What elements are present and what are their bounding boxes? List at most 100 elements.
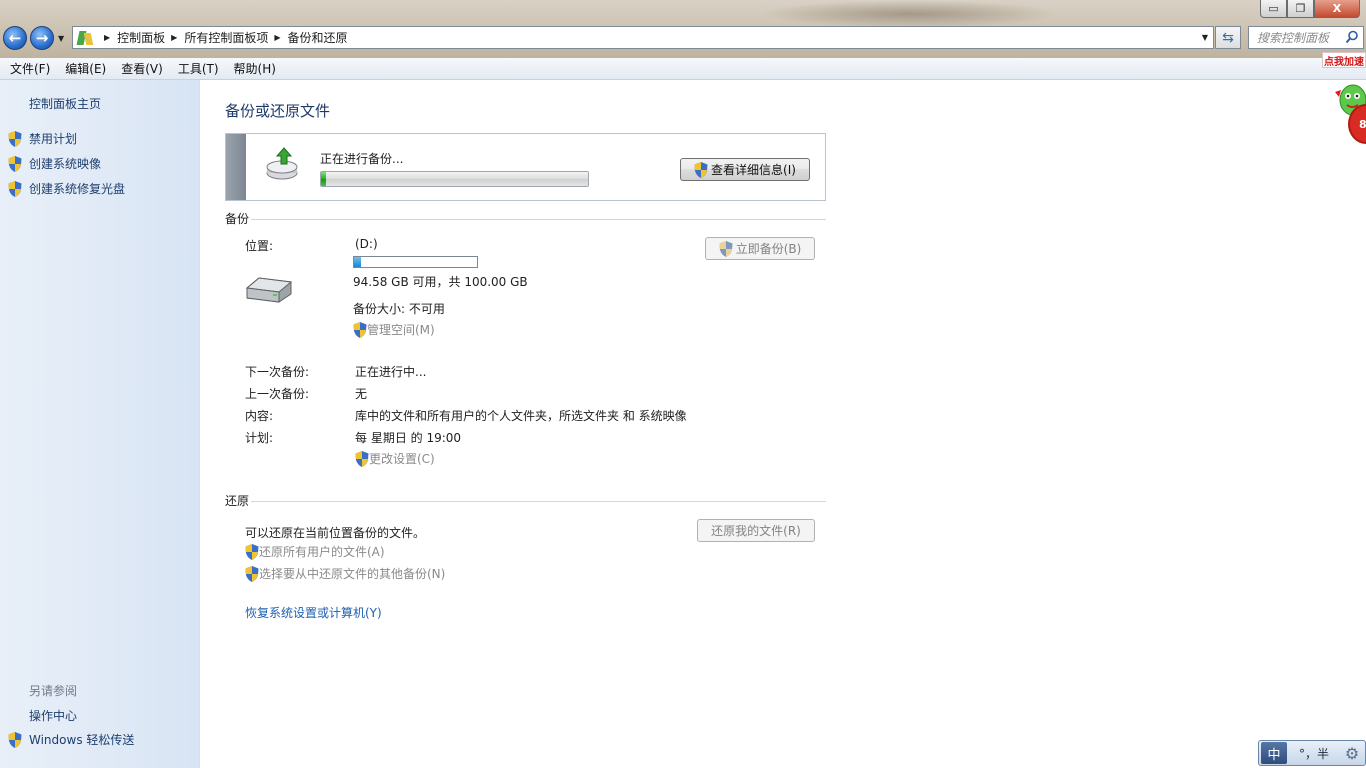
ime-mode-toggle[interactable]: 中 — [1261, 742, 1287, 764]
drive-space-text: 94.58 GB 可用，共 100.00 GB — [353, 275, 528, 289]
restore-my-files-label: 还原我的文件(R) — [711, 524, 801, 538]
arrow-right-icon: → — [35, 29, 49, 47]
disable-schedule-link[interactable]: 禁用计划 — [8, 130, 77, 147]
status-stripe — [226, 134, 246, 200]
uac-shield-icon — [8, 731, 22, 748]
last-backup-value: 无 — [355, 387, 368, 401]
view-details-label: 查看详细信息(I) — [711, 163, 796, 177]
restore-my-files-button[interactable]: 还原我的文件(R) — [697, 519, 815, 542]
action-center-link[interactable]: 操作中心 — [29, 707, 77, 724]
select-other-backup-link[interactable]: 选择要从中还原文件的其他备份(N) — [245, 565, 445, 582]
location-label: 位置: — [245, 239, 274, 253]
menu-file[interactable]: 文件(F) — [4, 60, 56, 77]
recover-system-link[interactable]: 恢复系统设置或计算机(Y) — [245, 604, 382, 621]
search-icon[interactable] — [1345, 30, 1359, 44]
maximize-button[interactable]: ❐ — [1287, 0, 1314, 18]
see-also-heading: 另请参阅 — [29, 684, 78, 698]
chevron-right-icon[interactable]: ▶ — [104, 33, 110, 42]
next-backup-value: 正在进行中... — [355, 365, 427, 379]
menu-edit[interactable]: 编辑(E) — [59, 60, 112, 77]
create-system-image-link[interactable]: 创建系统映像 — [8, 155, 101, 172]
breadcrumb-all-items[interactable]: 所有控制面板项 — [184, 29, 268, 46]
backup-size-text: 备份大小: 不可用 — [353, 302, 445, 316]
section-divider — [251, 219, 826, 220]
ime-punct-width-toggle[interactable]: °，半 — [1287, 745, 1341, 762]
uac-shield-icon — [245, 543, 259, 560]
back-button[interactable]: ← — [3, 26, 27, 50]
capacity-fill — [354, 257, 361, 267]
close-button[interactable]: X — [1314, 0, 1360, 18]
contents-label: 内容: — [245, 409, 274, 423]
sidebar-task-label: 创建系统映像 — [29, 157, 102, 171]
search-input[interactable] — [1257, 30, 1347, 45]
sidebar-task-label: 禁用计划 — [29, 132, 78, 146]
drive-capacity-bar — [353, 256, 478, 268]
hard-drive-icon — [245, 277, 293, 303]
backup-status-text: 正在进行备份... — [320, 152, 404, 166]
next-backup-label: 下一次备份: — [245, 365, 310, 379]
backup-status-panel: 正在进行备份... 查看详细信息(I) — [225, 133, 826, 201]
page-title: 备份或还原文件 — [225, 102, 331, 120]
search-box[interactable] — [1248, 26, 1364, 49]
refresh-icon: ⇆ — [1222, 29, 1234, 46]
breadcrumb-backup-restore[interactable]: 备份和还原 — [288, 29, 348, 46]
uac-shield-icon — [245, 565, 259, 582]
view-details-button[interactable]: 查看详细信息(I) — [680, 158, 810, 181]
drive-letter: (D:) — [355, 237, 378, 251]
restore-all-users-label: 还原所有用户的文件(A) — [259, 545, 385, 559]
main-content: 备份或还原文件 正在进行备份... 查看详细信息(I) 备份 位置: (D:) … — [201, 80, 1366, 768]
easy-transfer-link[interactable]: Windows 轻松传送 — [8, 731, 134, 748]
minimize-button[interactable]: ▭ — [1260, 0, 1287, 18]
backup-now-label: 立即备份(B) — [735, 242, 802, 256]
ime-toolbar: 中 °，半 ⚙ — [1258, 740, 1366, 766]
menu-help[interactable]: 帮助(H) — [228, 60, 282, 77]
progress-fill — [321, 172, 327, 186]
uac-shield-icon — [694, 161, 708, 178]
menu-tools[interactable]: 工具(T) — [172, 60, 225, 77]
uac-shield-icon — [8, 155, 22, 172]
sidebar-task-label: Windows 轻松传送 — [29, 733, 135, 747]
restore-section-heading: 还原 — [225, 494, 250, 508]
forward-button[interactable]: → — [30, 26, 54, 50]
gear-icon[interactable]: ⚙ — [1341, 742, 1363, 764]
menu-view[interactable]: 查看(V) — [115, 60, 169, 77]
sidebar-task-label: 创建系统修复光盘 — [29, 182, 126, 196]
uac-shield-icon — [355, 450, 369, 467]
section-divider — [251, 501, 826, 502]
restore-all-users-link[interactable]: 还原所有用户的文件(A) — [245, 543, 385, 560]
uac-shield-icon — [719, 240, 733, 257]
chevron-right-icon[interactable]: ▶ — [274, 33, 280, 42]
address-bar[interactable]: ▶ 控制面板 ▶ 所有控制面板项 ▶ 备份和还原 ▼ — [72, 26, 1214, 49]
uac-shield-icon — [353, 321, 367, 338]
backup-progress-bar — [320, 171, 589, 187]
recent-pages-dropdown[interactable]: ▼ — [58, 34, 64, 43]
left-task-pane: 控制面板主页 禁用计划 创建系统映像 创建系统修复光盘 另请参阅 操作中心 Wi… — [0, 80, 200, 768]
uac-shield-icon — [8, 180, 22, 197]
create-repair-disc-link[interactable]: 创建系统修复光盘 — [8, 180, 125, 197]
last-backup-label: 上一次备份: — [245, 387, 310, 401]
contents-value: 库中的文件和所有用户的个人文件夹，所选文件夹 和 系统映像 — [355, 409, 687, 423]
speed-up-badge[interactable]: 点我加速 — [1322, 52, 1366, 68]
schedule-value: 每 星期日 的 19:00 — [355, 431, 462, 445]
backup-section-heading: 备份 — [225, 212, 250, 226]
change-settings-link[interactable]: 更改设置(C) — [355, 450, 435, 467]
manage-space-link[interactable]: 管理空间(M) — [353, 321, 435, 338]
backup-now-button[interactable]: 立即备份(B) — [705, 237, 815, 260]
select-other-backup-label: 选择要从中还原文件的其他备份(N) — [259, 567, 446, 581]
change-settings-label: 更改设置(C) — [369, 452, 435, 466]
window-controls: ▭ ❐ X — [1260, 0, 1360, 18]
schedule-label: 计划: — [245, 431, 274, 445]
chevron-right-icon[interactable]: ▶ — [171, 33, 177, 42]
uac-shield-icon — [8, 130, 22, 147]
title-bar: ▭ ❐ X ← → ▼ ▶ 控制面板 ▶ 所有控制面板项 ▶ 备份和还原 ▼ ⇆ — [0, 0, 1366, 58]
address-dropdown-icon[interactable]: ▼ — [1202, 33, 1208, 42]
control-panel-home-link[interactable]: 控制面板主页 — [29, 95, 101, 112]
restore-description: 可以还原在当前位置备份的文件。 — [245, 526, 426, 540]
manage-space-label: 管理空间(M) — [367, 323, 435, 337]
control-panel-icon — [76, 28, 98, 48]
menu-bar: 文件(F) 编辑(E) 查看(V) 工具(T) 帮助(H) — [0, 58, 1366, 80]
arrow-left-icon: ← — [8, 29, 22, 47]
breadcrumb-control-panel[interactable]: 控制面板 — [117, 29, 165, 46]
backup-in-progress-icon — [266, 147, 298, 180]
refresh-button[interactable]: ⇆ — [1215, 26, 1241, 49]
